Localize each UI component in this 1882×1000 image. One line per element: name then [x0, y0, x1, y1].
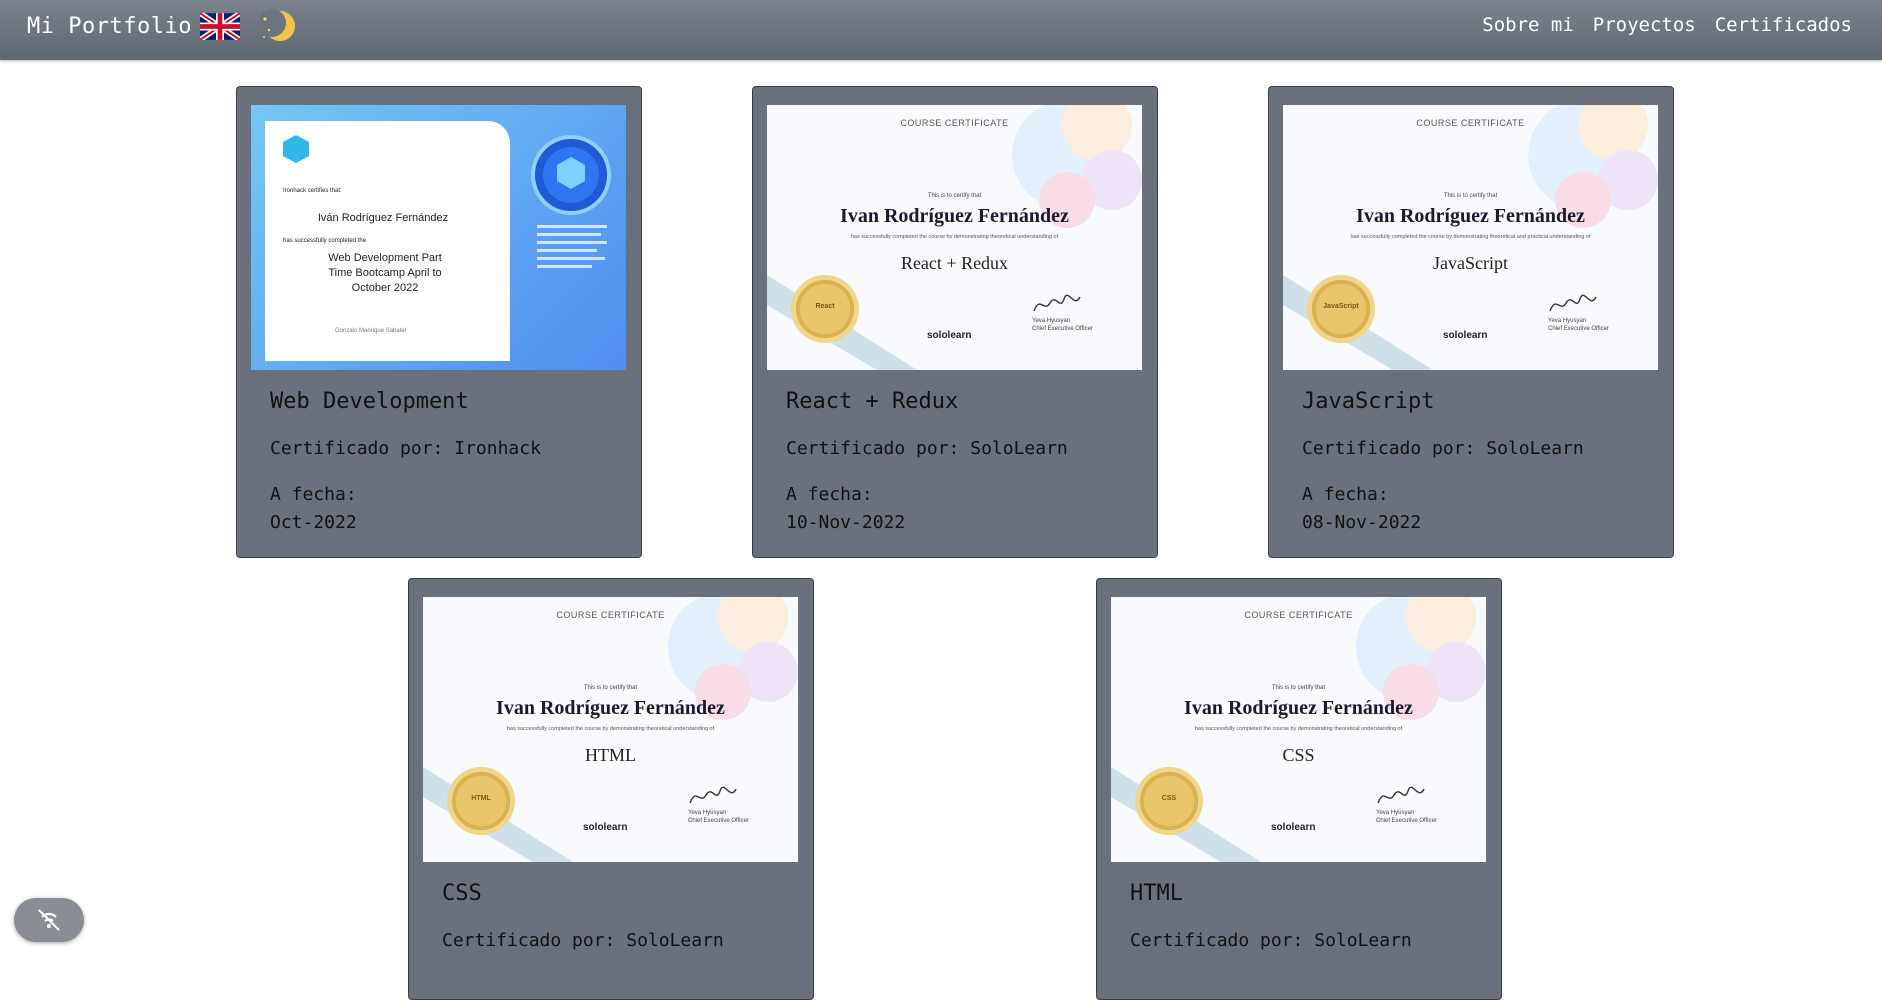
seal-label: HTML: [471, 795, 491, 802]
certificate-pre: This is to certify that: [583, 685, 638, 691]
signer-title: Chief Executive Officer: [1376, 818, 1437, 825]
sololearn-logo: sololearn: [1271, 822, 1316, 833]
certificate-card[interactable]: COURSE CERTIFICATE This is to certify th…: [1268, 86, 1674, 558]
signer-title: Chief Executive Officer: [1032, 326, 1093, 333]
certificate-card[interactable]: COURSE CERTIFICATE This is to certify th…: [408, 578, 814, 1000]
seal-icon: CSS: [1135, 767, 1203, 835]
seal-icon: JavaScript: [1307, 275, 1375, 343]
seal-icon: React: [791, 275, 859, 343]
certificate-course: React + Redux: [900, 253, 1009, 273]
certificate-header: COURSE CERTIFICATE: [1244, 610, 1353, 620]
brand-title[interactable]: Mi Portfolio: [27, 14, 192, 39]
certificate-date-label: A fecha:: [270, 484, 357, 505]
certificate-certifies: Ironhack certifies that:: [283, 188, 342, 194]
signature-icon: [1033, 294, 1081, 312]
certificate-title: JavaScript: [1302, 389, 1435, 414]
certificate-issuer: Certificado por: SoloLearn: [1130, 930, 1412, 951]
seal-label: CSS: [1161, 795, 1177, 802]
certificate-card[interactable]: Ironhack certifies that: Iván Rodríguez …: [236, 86, 642, 558]
signature-icon: [1377, 786, 1425, 804]
signer-name: Yeva Hyusyan: [688, 810, 727, 816]
signature-icon: [689, 786, 737, 804]
certificate-issuer: Certificado por: SoloLearn: [1302, 438, 1584, 459]
certificate-title: HTML: [1130, 881, 1183, 906]
certificate-title: Web Development: [270, 389, 469, 414]
certificate-desc: has successfully completed the course by…: [506, 726, 715, 732]
sololearn-logo: sololearn: [1443, 330, 1488, 341]
certificate-course: HTML: [585, 745, 636, 765]
certificate-issuer: Certificado por: SoloLearn: [786, 438, 1068, 459]
nav-link-proyectos[interactable]: Proyectos: [1593, 14, 1696, 36]
certificate-header: COURSE CERTIFICATE: [900, 118, 1009, 128]
certificate-header: COURSE CERTIFICATE: [1416, 118, 1525, 128]
certificate-card[interactable]: COURSE CERTIFICATE This is to certify th…: [752, 86, 1158, 558]
signer-title: Chief Executive Officer: [1548, 326, 1609, 333]
certificate-signer: Yeva Hyusyan Chief Executive Officer: [688, 809, 749, 826]
nav-link-certificados[interactable]: Certificados: [1715, 14, 1852, 36]
signer-name: Yeva Hyusyan: [1548, 318, 1587, 324]
signer-title: Chief Executive Officer: [688, 818, 749, 825]
sololearn-logo: sololearn: [583, 822, 628, 833]
certificate-date-label: A fecha:: [1302, 484, 1389, 505]
certificate-date: Oct-2022: [270, 512, 357, 533]
certificate-course: CSS: [1282, 745, 1315, 765]
certificate-course: JavaScript: [1433, 253, 1508, 273]
certificate-desc: has successfully completed the course by…: [1350, 234, 1591, 240]
accessibility-icon: [38, 909, 60, 931]
accessibility-button[interactable]: [14, 898, 84, 942]
certificate-card[interactable]: COURSE CERTIFICATE This is to certify th…: [1096, 578, 1502, 1000]
ironhack-badge-icon: [531, 135, 611, 268]
seal-label: JavaScript: [1323, 303, 1359, 310]
certificate-issuer: Certificado por: Ironhack: [270, 438, 541, 459]
certificate-title: CSS: [442, 881, 482, 906]
certificate-signer: Yeva Hyusyan Chief Executive Officer: [1548, 317, 1609, 334]
certificate-desc: has successfully completed the course by…: [850, 234, 1059, 240]
signature-icon: [1549, 294, 1597, 312]
certificate-desc: has successfully completed the course by…: [1194, 726, 1403, 732]
certificate-name: Iván Rodríguez Fernández: [317, 212, 449, 224]
certificate-name: Ivan Rodríguez Fernández: [496, 697, 725, 719]
certificate-header: COURSE CERTIFICATE: [556, 610, 665, 620]
certificate-image: COURSE CERTIFICATE This is to certify th…: [1283, 105, 1658, 370]
certificate-name: Ivan Rodríguez Fernández: [840, 205, 1069, 227]
certificate-signer: Gonzalo Manrique Sabatel: [335, 328, 407, 334]
moon-sun-icon[interactable]: [256, 6, 296, 46]
certificate-completed: has successfully completed the: [283, 238, 367, 244]
certificate-pre: This is to certify that: [1271, 685, 1326, 691]
certificate-image: COURSE CERTIFICATE This is to certify th…: [1111, 597, 1486, 862]
nav-link-sobre-mi[interactable]: Sobre mi: [1482, 14, 1574, 36]
signer-name: Yeva Hyusyan: [1376, 810, 1415, 816]
certificate-date: 08-Nov-2022: [1302, 512, 1422, 533]
seal-icon: HTML: [447, 767, 515, 835]
certificate-issuer: Certificado por: SoloLearn: [442, 930, 724, 951]
seal-label: React: [815, 303, 835, 310]
certificate-signer: Yeva Hyusyan Chief Executive Officer: [1376, 809, 1437, 826]
certificate-image: COURSE CERTIFICATE This is to certify th…: [767, 105, 1142, 370]
certificate-title: React + Redux: [786, 389, 959, 414]
navbar: Mi Portfolio Sobre mi Proyectos Certific…: [0, 0, 1882, 60]
nav-links: Sobre mi Proyectos Certificados: [1482, 14, 1852, 36]
certificate-name: Ivan Rodríguez Fernández: [1184, 697, 1413, 719]
uk-flag-icon[interactable]: [200, 13, 240, 40]
certificate-pre: This is to certify that: [927, 193, 982, 199]
sololearn-logo: sololearn: [927, 330, 972, 341]
certificate-date-label: A fecha:: [786, 484, 873, 505]
certificate-course: Web Development Part Time Bootcamp April…: [328, 252, 442, 294]
certificate-name: Ivan Rodríguez Fernández: [1356, 205, 1585, 227]
certificate-image: COURSE CERTIFICATE This is to certify th…: [423, 597, 798, 862]
ironhack-logo-icon: [283, 135, 309, 163]
certificate-pre: This is to certify that: [1443, 193, 1498, 199]
certificate-date: 10-Nov-2022: [786, 512, 906, 533]
signer-name: Yeva Hyusyan: [1032, 318, 1071, 324]
certificate-image: Ironhack certifies that: Iván Rodríguez …: [251, 105, 626, 370]
certificate-signer: Yeva Hyusyan Chief Executive Officer: [1032, 317, 1093, 334]
certificate-paper: Ironhack certifies that: Iván Rodríguez …: [265, 121, 510, 361]
